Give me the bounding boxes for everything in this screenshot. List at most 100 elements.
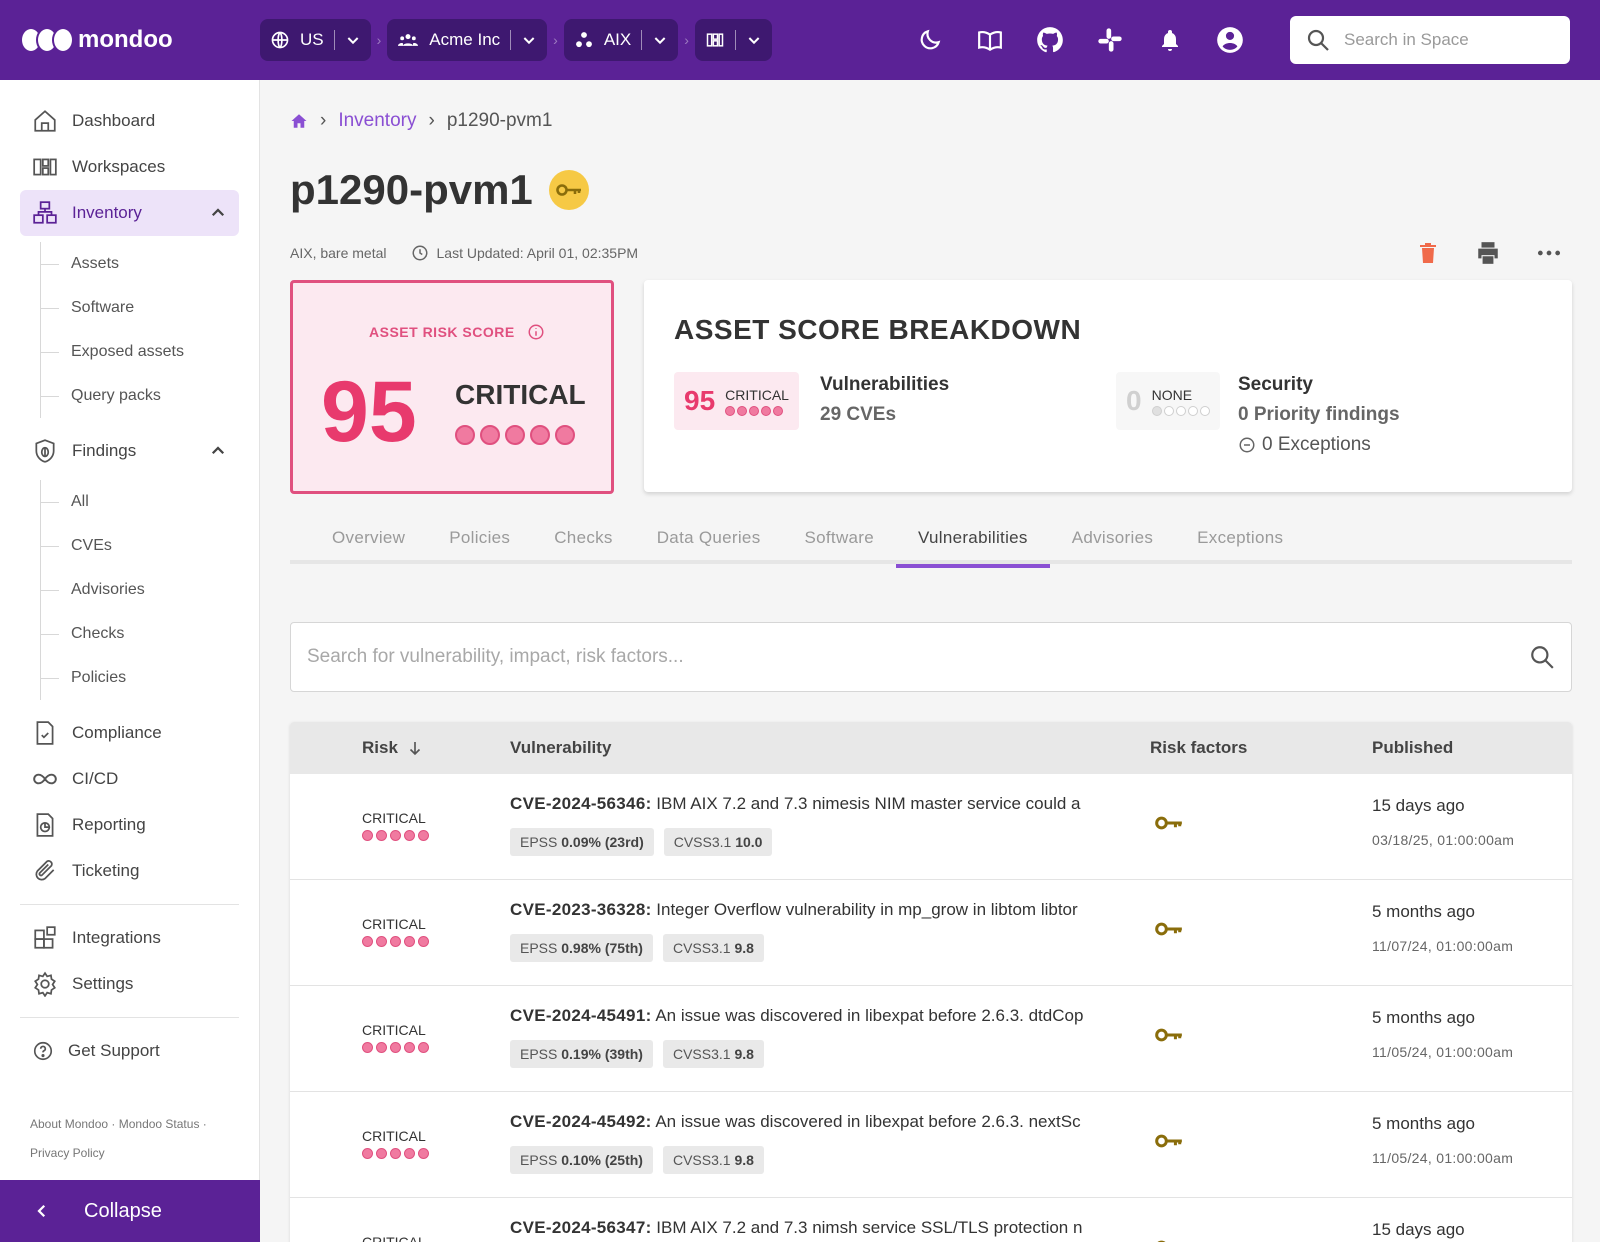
row-risk-label: CRITICAL	[362, 1128, 426, 1144]
epss-tag: EPSS 0.98% (75th)	[510, 934, 653, 962]
tab-policies[interactable]: Policies	[427, 512, 532, 564]
asset-platform: AIX, bare metal	[290, 245, 387, 261]
row-risk-label: CRITICAL	[362, 916, 426, 932]
brand-logo[interactable]: mondoo	[0, 26, 260, 54]
column-published[interactable]: Published	[1372, 738, 1453, 758]
tab-software[interactable]: Software	[783, 512, 897, 564]
security-severity: NONE	[1151, 386, 1193, 403]
sidebar-item-label: Findings	[72, 441, 137, 460]
tab-exceptions[interactable]: Exceptions	[1175, 512, 1305, 564]
footer-line-privacy[interactable]: Privacy Policy	[30, 1139, 207, 1168]
risk-dot	[376, 1148, 387, 1159]
table-row[interactable]: CRITICAL CVE-2024-45491: An issue was dis…	[290, 986, 1572, 1092]
sidebar-item-inventory[interactable]: Inventory	[20, 190, 239, 236]
sidebar-item-support[interactable]: Get Support	[20, 1028, 239, 1074]
row-vulnerability[interactable]: CVE-2024-45492: An issue was discovered …	[510, 1112, 1110, 1132]
globe-icon	[271, 31, 289, 49]
risk-dot	[390, 830, 401, 841]
sidebar-item-compliance[interactable]: Compliance	[20, 710, 239, 756]
vulnerability-search-input[interactable]: Search for vulnerability, impact, risk f…	[290, 622, 1572, 692]
moon-icon[interactable]	[900, 20, 960, 60]
row-vulnerability[interactable]: CVE-2023-36328: Integer Overflow vulnera…	[510, 900, 1110, 920]
column-risk-factors[interactable]: Risk factors	[1150, 738, 1247, 758]
row-vulnerability[interactable]: CVE-2024-56346: IBM AIX 7.2 and 7.3 nime…	[510, 794, 1110, 814]
tab-data-queries[interactable]: Data Queries	[635, 512, 783, 564]
bell-icon[interactable]	[1140, 20, 1200, 60]
sidebar-item-dashboard[interactable]: Dashboard	[20, 98, 239, 144]
security-summary[interactable]: Security 0 Priority findings 0 Exception…	[1238, 370, 1400, 460]
search-icon[interactable]	[1529, 644, 1555, 670]
print-icon[interactable]	[1474, 240, 1502, 266]
row-vulnerability[interactable]: CVE-2024-56347: IBM AIX 7.2 and 7.3 nims…	[510, 1218, 1110, 1238]
chevron-down-icon[interactable]	[345, 32, 361, 48]
chevron-down-icon[interactable]	[746, 32, 762, 48]
home-icon	[34, 110, 56, 132]
table-row[interactable]: CRITICAL CVE-2024-56346: IBM AIX 7.2 and …	[290, 774, 1572, 880]
chevron-down-icon[interactable]	[521, 32, 537, 48]
row-risk-dots	[362, 1148, 429, 1159]
breadcrumb-inventory-link[interactable]: Inventory	[338, 110, 416, 132]
tab-vulnerabilities[interactable]: Vulnerabilities	[896, 512, 1050, 568]
chevron-up-icon[interactable]	[209, 442, 227, 460]
sidebar-item-advisories[interactable]: Advisories	[41, 568, 259, 612]
info-icon[interactable]	[527, 323, 545, 341]
sidebar-item-workspaces[interactable]: Workspaces	[20, 144, 239, 190]
space-selector[interactable]: AIX	[563, 19, 679, 61]
sidebar-item-policies[interactable]: Policies	[41, 656, 259, 700]
row-cve-desc: An issue was discovered in libexpat befo…	[655, 1112, 1081, 1131]
asset-score-breakdown: ASSET SCORE BREAKDOWN 95 CRITICAL Vulner…	[644, 280, 1572, 492]
sidebar-item-cves[interactable]: CVEs	[41, 524, 259, 568]
vuln-severity: CRITICAL	[725, 386, 789, 403]
table-row[interactable]: CRITICAL CVE-2023-36328: Integer Overflow…	[290, 880, 1572, 986]
workspaces-icon	[706, 33, 724, 47]
sidebar-item-findings[interactable]: Findings	[20, 428, 239, 474]
sidebar-item-settings[interactable]: Settings	[20, 961, 239, 1007]
column-risk[interactable]: Risk	[362, 738, 424, 758]
chevron-up-icon[interactable]	[209, 204, 227, 222]
table-row[interactable]: CRITICAL CVE-2024-45492: An issue was dis…	[290, 1092, 1572, 1198]
tab-overview[interactable]: Overview	[310, 512, 427, 564]
level-dot	[761, 405, 772, 416]
row-risk-label: CRITICAL	[362, 810, 426, 826]
table-row[interactable]: CRITICAL CVE-2024-56347: IBM AIX 7.2 and …	[290, 1198, 1572, 1242]
slack-icon[interactable]	[1080, 20, 1140, 60]
sidebar-item-software[interactable]: Software	[41, 286, 259, 330]
sidebar-item-ticketing[interactable]: Ticketing	[20, 848, 239, 894]
sidebar-item-reporting[interactable]: Reporting	[20, 802, 239, 848]
sidebar-item-checks[interactable]: Checks	[41, 612, 259, 656]
infinity-icon	[33, 773, 57, 785]
risk-dot	[455, 425, 475, 445]
tab-advisories[interactable]: Advisories	[1050, 512, 1175, 564]
cvss-label: CVSS3.1	[673, 834, 732, 850]
github-icon[interactable]	[1020, 20, 1080, 60]
table-header: Risk Vulnerability Risk factors Publishe…	[290, 722, 1572, 774]
asset-tabs: Overview Policies Checks Data Queries So…	[290, 512, 1572, 568]
org-selector[interactable]: Acme Inc	[387, 19, 548, 61]
row-vulnerability[interactable]: CVE-2024-45491: An issue was discovered …	[510, 1006, 1110, 1026]
space-search-input[interactable]: Search in Space	[1290, 16, 1570, 64]
sidebar-item-query-packs[interactable]: Query packs	[41, 374, 259, 418]
sidebar: Dashboard Workspaces Inventory Assets So…	[0, 80, 260, 1242]
sidebar-item-all[interactable]: All	[41, 480, 259, 524]
sidebar-item-exposed-assets[interactable]: Exposed assets	[41, 330, 259, 374]
vuln-summary[interactable]: Vulnerabilities 29 CVEs	[820, 370, 949, 430]
sidebar-item-assets[interactable]: Assets	[41, 242, 259, 286]
workspace-selector[interactable]	[694, 19, 772, 61]
footer-line-about-status[interactable]: About Mondoo · Mondoo Status ·	[30, 1110, 207, 1139]
collapse-button[interactable]: Collapse	[0, 1180, 260, 1242]
chevron-down-icon[interactable]	[652, 32, 668, 48]
book-icon[interactable]	[960, 20, 1020, 60]
sidebar-item-cicd[interactable]: CI/CD	[20, 756, 239, 802]
more-icon[interactable]	[1536, 240, 1562, 266]
sidebar-item-integrations[interactable]: Integrations	[20, 915, 239, 961]
tab-checks[interactable]: Checks	[532, 512, 635, 564]
sidebar-divider	[20, 1017, 239, 1018]
row-cve-desc: IBM AIX 7.2 and 7.3 nimesis NIM master s…	[656, 794, 1081, 813]
region-selector[interactable]: US	[260, 19, 371, 61]
row-risk-factor-key	[1154, 920, 1184, 943]
user-icon[interactable]	[1200, 20, 1260, 60]
home-icon[interactable]	[290, 112, 308, 130]
column-vulnerability[interactable]: Vulnerability	[510, 738, 611, 758]
risk-dot	[404, 936, 415, 947]
delete-icon[interactable]	[1416, 240, 1440, 266]
